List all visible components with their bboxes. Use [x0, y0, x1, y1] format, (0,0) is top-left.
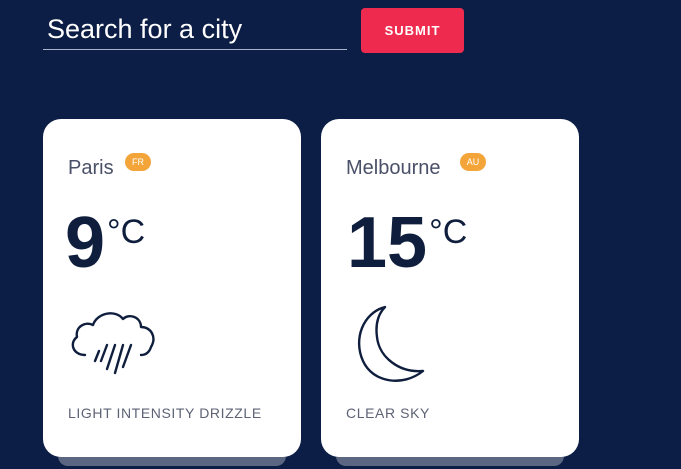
city-name: Melbourne: [346, 157, 441, 179]
temperature-value: 15: [347, 203, 428, 283]
temperature-unit: °C: [107, 213, 146, 251]
submit-button[interactable]: SUBMIT: [361, 8, 464, 53]
crescent-moon-icon: [351, 303, 435, 387]
search-input[interactable]: [43, 14, 347, 50]
weather-description: LIGHT INTENSITY DRIZZLE: [68, 405, 262, 421]
temperature-value: 9: [65, 203, 106, 283]
weather-card-paris[interactable]: Paris FR 9°C LIGHT INTENSITY DRIZZLE: [43, 119, 301, 457]
temperature: 9°C: [65, 207, 145, 279]
temperature: 15°C: [347, 207, 467, 279]
city-name: Paris: [68, 157, 114, 179]
rain-cloud-icon: [67, 305, 159, 385]
country-badge: AU: [460, 153, 486, 171]
weather-card-melbourne[interactable]: Melbourne AU 15°C CLEAR SKY: [321, 119, 579, 457]
city-row: Melbourne AU: [346, 153, 486, 185]
search-form: SUBMIT: [43, 8, 473, 56]
temperature-unit: °C: [429, 213, 468, 251]
weather-description: CLEAR SKY: [346, 405, 430, 421]
country-badge: FR: [125, 153, 151, 171]
city-row: Paris FR: [68, 153, 151, 185]
